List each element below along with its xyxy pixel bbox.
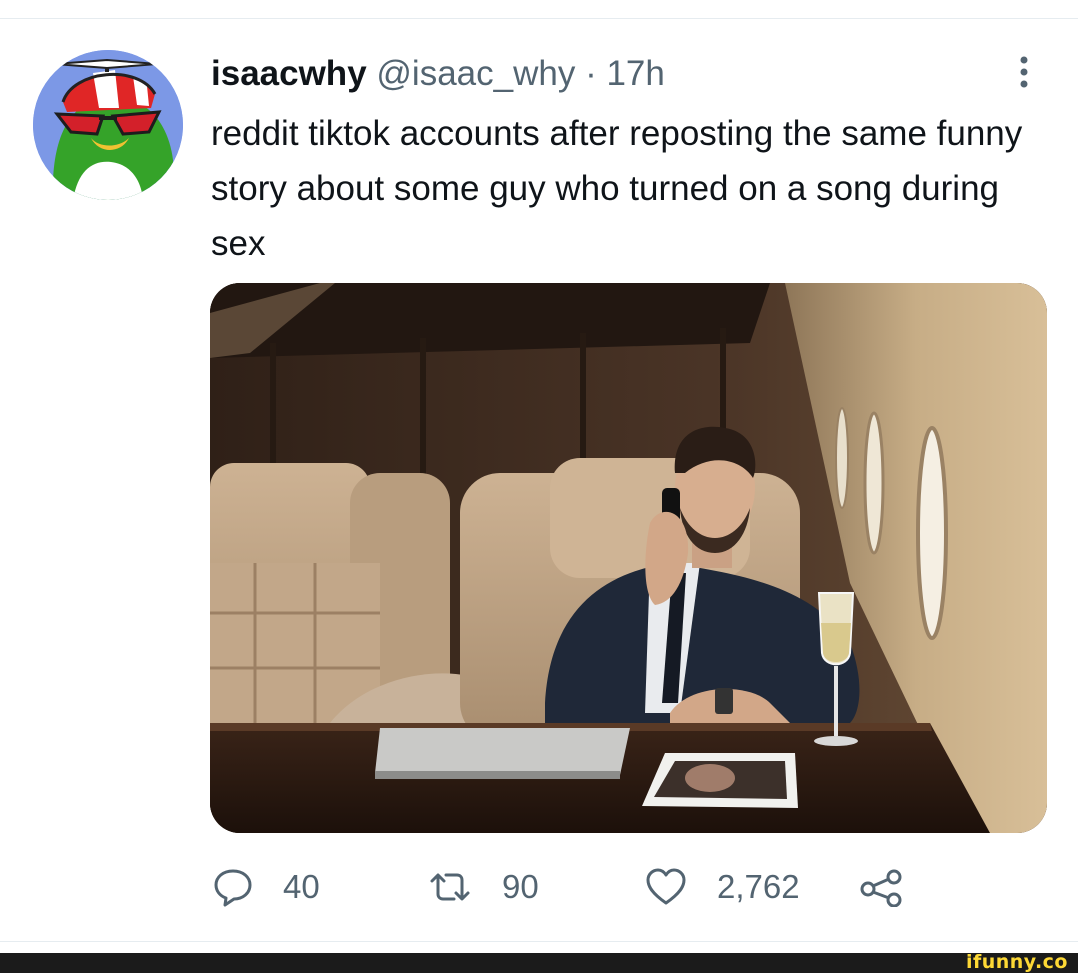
tweet-text: reddit tiktok accounts after reposting t… [211,114,1023,263]
photo-scene [210,283,1047,833]
retweet-count: 90 [502,868,539,905]
tweet-header: isaacwhy @isaac_why · 17h [211,52,665,96]
avatar[interactable] [33,50,183,200]
watermark-bar: ifunny.co [0,951,1078,973]
retweet-button[interactable]: 90 [428,862,539,912]
avatar-image [33,50,183,200]
tweet-photo[interactable] [210,283,1047,833]
user-handle[interactable]: @isaac_why [376,54,575,93]
top-divider [0,18,1078,19]
reply-bubble-icon [213,867,253,907]
heart-icon [645,867,687,907]
bottom-divider [0,941,1078,942]
display-name[interactable]: isaacwhy [211,54,367,93]
retweet-icon [428,867,472,907]
watermark-text: ifunny.co [965,951,1068,973]
more-vertical-icon[interactable] [1012,54,1036,90]
share-button[interactable] [858,862,906,912]
tweet-actions: 40 90 2,762 [0,862,1078,912]
timestamp[interactable]: 17h [606,54,664,93]
separator-dot: · [585,54,597,93]
like-count: 2,762 [717,868,800,905]
like-button[interactable]: 2,762 [645,862,800,912]
reply-count: 40 [283,868,320,905]
share-icon [858,867,906,907]
reply-button[interactable]: 40 [213,862,320,912]
